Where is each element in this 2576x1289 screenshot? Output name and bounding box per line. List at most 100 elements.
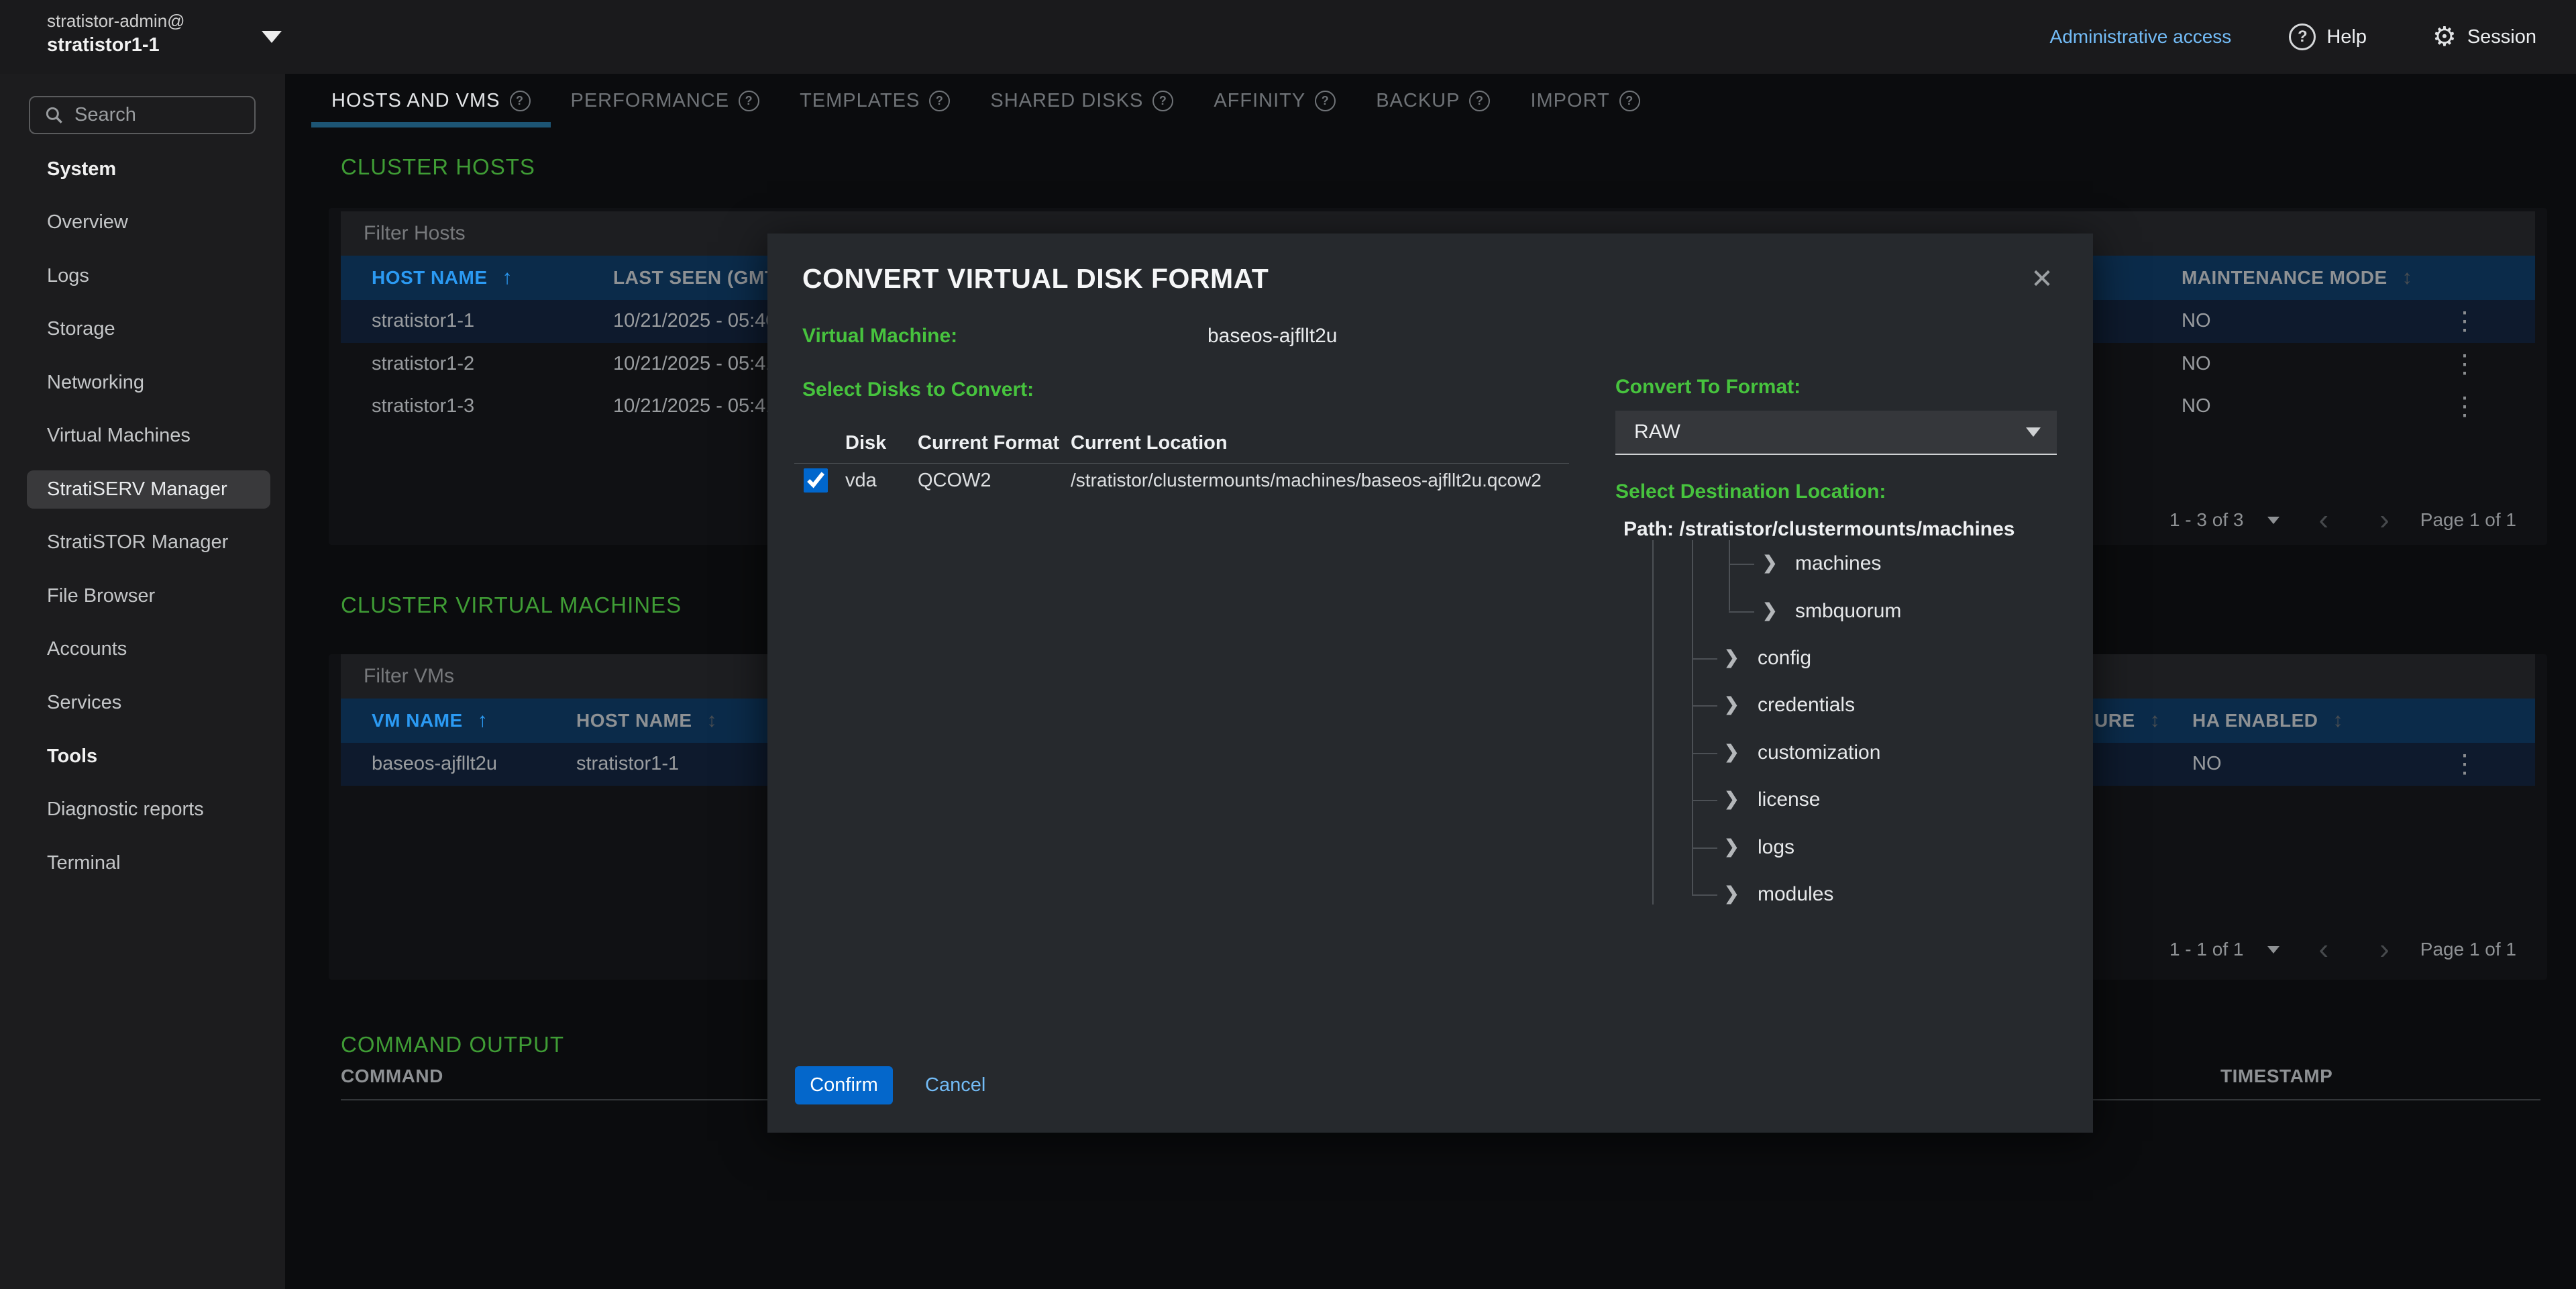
tab-help-icon[interactable] — [1619, 91, 1640, 111]
tab[interactable]: IMPORT — [1510, 74, 1660, 127]
pagination-caret-icon[interactable] — [2267, 517, 2279, 524]
close-icon[interactable] — [2023, 260, 2061, 298]
cancel-button[interactable]: Cancel — [925, 1066, 985, 1104]
pagination-prev-icon[interactable] — [2318, 936, 2328, 963]
sidebar-group: Tools Diagnostic reports Terminal — [0, 729, 285, 890]
sidebar-item[interactable]: Accounts — [0, 623, 285, 676]
tab-bar: HOSTS AND VMS PERFORMANCE TEMPLATES SHAR… — [311, 74, 1660, 127]
hosts-col-host-name[interactable]: HOST NAME — [372, 256, 513, 300]
host-kebab-menu-icon[interactable] — [2451, 385, 2478, 428]
sidebar-item[interactable]: Diagnostic reports — [0, 783, 285, 837]
tab[interactable]: BACKUP — [1356, 74, 1510, 127]
sidebar-item[interactable]: Storage — [0, 303, 285, 356]
destination-label: Select Destination Location: — [1615, 480, 1886, 503]
tab-help-icon[interactable] — [1152, 91, 1173, 111]
tree-item[interactable]: credentials — [1615, 682, 2072, 729]
tab-label: BACKUP — [1376, 90, 1460, 112]
format-select[interactable]: RAW — [1615, 411, 2057, 455]
pagination-prev-icon[interactable] — [2318, 507, 2328, 533]
host-last-seen-cell: 10/21/2025 - 05:41 — [613, 343, 776, 386]
tree-item-label: config — [1758, 647, 1811, 670]
format-select-value: RAW — [1634, 421, 1680, 444]
chevron-right-icon[interactable] — [1724, 836, 1739, 857]
tab[interactable]: SHARED DISKS — [970, 74, 1193, 127]
tab[interactable]: PERFORMANCE — [551, 74, 780, 127]
pagination-caret-icon[interactable] — [2267, 946, 2279, 953]
tree-item[interactable]: license — [1615, 776, 2072, 823]
search-icon — [44, 105, 65, 126]
search-input[interactable] — [74, 104, 235, 126]
sidebar-item[interactable]: Virtual Machines — [0, 409, 285, 463]
vms-col-host-name[interactable]: HOST NAME — [576, 699, 717, 743]
sidebar-item[interactable]: Networking — [0, 356, 285, 410]
confirm-button[interactable]: Confirm — [795, 1066, 893, 1104]
chevron-right-icon[interactable] — [1724, 694, 1739, 715]
hosts-pagination-page: Page 1 of 1 — [2420, 509, 2516, 531]
tree-items: machines smbquorum config credentials cu… — [1615, 540, 2072, 905]
sidebar-item[interactable]: StratiSTOR Manager — [0, 516, 285, 570]
convert-disk-modal: CONVERT VIRTUAL DISK FORMAT Virtual Mach… — [767, 234, 2093, 1133]
sidebar-item[interactable]: Overview — [0, 196, 285, 250]
pagination-next-icon[interactable] — [2379, 507, 2390, 533]
tab-label: PERFORMANCE — [571, 90, 730, 112]
hosts-col-last-seen[interactable]: LAST SEEN (GMT) — [613, 256, 783, 300]
session-button[interactable]: Session — [2432, 23, 2536, 50]
chevron-right-icon[interactable] — [1724, 883, 1739, 904]
tab-help-icon[interactable] — [1315, 91, 1336, 111]
modal-title: CONVERT VIRTUAL DISK FORMAT — [802, 263, 1269, 295]
sidebar-item-label: Virtual Machines — [47, 425, 191, 447]
disk-checkbox[interactable] — [804, 468, 828, 493]
sidebar-search[interactable] — [29, 96, 256, 134]
modal-disks-label: Select Disks to Convert: — [802, 378, 1034, 401]
sidebar-item-label: Terminal — [47, 852, 121, 874]
tree-item[interactable]: smbquorum — [1615, 587, 2072, 634]
vm-ha-cell: NO — [2192, 743, 2222, 786]
help-button[interactable]: Help — [2289, 23, 2367, 50]
tree-item[interactable]: config — [1615, 635, 2072, 682]
sidebar-item[interactable]: StratiSERV Manager — [0, 463, 285, 517]
chevron-right-icon[interactable] — [1762, 552, 1778, 573]
sidebar-group-heading: Tools — [0, 729, 285, 783]
tab-help-icon[interactable] — [1469, 91, 1490, 111]
administrative-access-link[interactable]: Administrative access — [2050, 26, 2232, 48]
tree-item[interactable]: modules — [1615, 871, 2072, 905]
chevron-right-icon[interactable] — [1724, 741, 1739, 762]
vms-col-partially-hidden[interactable]: URE — [2094, 699, 2160, 743]
cluster-hosts-title: CLUSTER HOSTS — [341, 154, 535, 180]
vm-name-cell: baseos-ajfllt2u — [372, 743, 497, 786]
chevron-right-icon[interactable] — [1762, 600, 1778, 621]
vms-pagination-range[interactable]: 1 - 1 of 1 — [2169, 939, 2244, 960]
vms-pagination-page: Page 1 of 1 — [2420, 939, 2516, 960]
user-caret-icon[interactable] — [262, 31, 282, 43]
host-kebab-menu-icon[interactable] — [2451, 300, 2478, 343]
sidebar-nav: System Overview Logs Storage Networking — [0, 142, 285, 890]
sidebar-item[interactable]: Terminal — [0, 837, 285, 890]
hosts-col-maintenance-mode[interactable]: MAINTENANCE MODE — [2182, 256, 2412, 300]
tree-item[interactable]: logs — [1615, 823, 2072, 870]
tab-help-icon[interactable] — [929, 91, 950, 111]
vms-col-ha-enabled[interactable]: HA ENABLED — [2192, 699, 2343, 743]
sidebar-item[interactable]: Logs — [0, 250, 285, 303]
pagination-next-icon[interactable] — [2379, 936, 2390, 963]
hosts-pagination-range[interactable]: 1 - 3 of 3 — [2169, 509, 2244, 531]
tree-item-label: customization — [1758, 741, 1880, 764]
vms-col-vm-name[interactable]: VM NAME — [372, 699, 488, 743]
tab-help-icon[interactable] — [510, 91, 531, 111]
tab-label: AFFINITY — [1214, 90, 1305, 112]
tab[interactable]: AFFINITY — [1193, 74, 1356, 127]
user-menu[interactable]: stratistor-admin@ stratistor1-1 — [47, 9, 185, 58]
chevron-right-icon[interactable] — [1724, 788, 1739, 809]
tab[interactable]: TEMPLATES — [780, 74, 970, 127]
tab-help-icon[interactable] — [739, 91, 759, 111]
tab[interactable]: HOSTS AND VMS — [311, 74, 551, 127]
sidebar-group-items: Overview Logs Storage Networking Virtual… — [0, 196, 285, 729]
sidebar-item[interactable]: Services — [0, 676, 285, 730]
host-kebab-menu-icon[interactable] — [2451, 343, 2478, 386]
tree-item[interactable]: machines — [1615, 540, 2072, 587]
sidebar-item[interactable]: File Browser — [0, 570, 285, 623]
tree-item[interactable]: customization — [1615, 729, 2072, 776]
format-col-header: Current Format — [918, 432, 1059, 454]
chevron-right-icon[interactable] — [1724, 647, 1739, 668]
vm-kebab-menu-icon[interactable] — [2451, 743, 2478, 786]
sort-ascending-icon — [478, 709, 488, 732]
